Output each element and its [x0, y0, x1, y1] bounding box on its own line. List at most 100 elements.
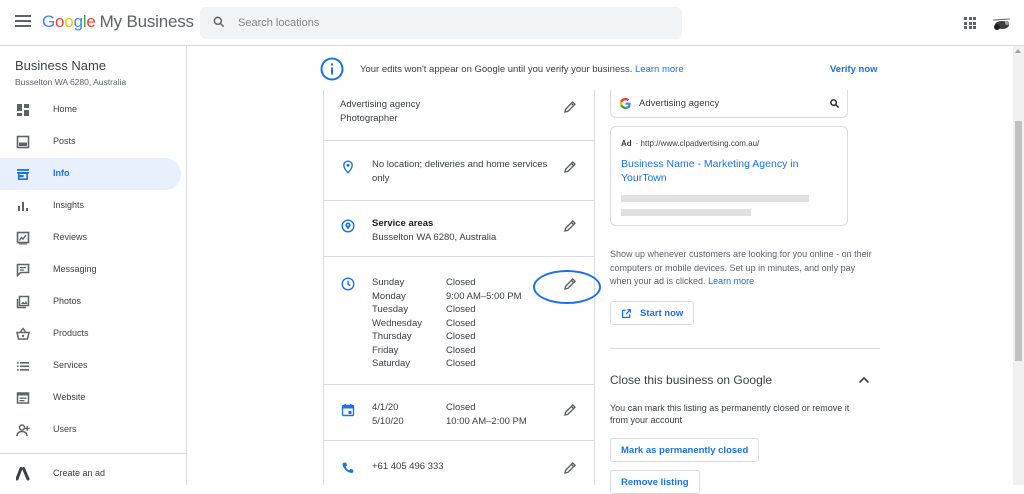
edit-service-areas-pencil-icon[interactable]: [563, 219, 577, 233]
sidebar-item-reviews[interactable]: Reviews: [0, 222, 181, 254]
row-divider: [324, 384, 594, 385]
logo-letter: o: [64, 12, 74, 31]
sidebar-item-label: Insights: [53, 200, 85, 210]
sidebar-item-website[interactable]: Website: [0, 382, 181, 414]
list-icon: [17, 362, 29, 371]
hours-day: Saturday: [372, 358, 411, 369]
sidebar-item-label: Users: [53, 424, 77, 434]
hours-value: 9:00 AM–5:00 PM: [446, 290, 522, 302]
info-icon: [320, 57, 344, 81]
sidebar-item-products[interactable]: Products: [0, 318, 181, 350]
edit-phone-pencil-icon[interactable]: [563, 461, 577, 475]
special-hours-date: 4/1/20: [372, 402, 399, 413]
hours-day: Friday: [372, 344, 399, 356]
service-areas-value: Busselton WA 6280, Australia: [372, 232, 497, 243]
section-divider: [610, 348, 880, 349]
service-areas-title: Service areas: [372, 218, 434, 229]
location-pin-icon: [343, 160, 353, 174]
sidebar-item-photos[interactable]: Photos: [0, 286, 181, 318]
ad-label-badge: Ad: [621, 139, 632, 148]
sidebar-item-label: Photos: [53, 296, 82, 306]
bar-chart-icon: [18, 202, 28, 211]
sidebar-item-label: Messaging: [53, 264, 97, 274]
dashboard-icon: [17, 104, 29, 116]
sidebar-item-create-ad[interactable]: Create an ad: [0, 458, 181, 490]
sidebar-item-home[interactable]: Home: [0, 94, 181, 126]
sidebar-item-insights[interactable]: Insights: [0, 190, 181, 222]
app-logo[interactable]: Google My Business: [42, 12, 194, 32]
mark-permanently-closed-button[interactable]: Mark as permanently closed: [610, 438, 760, 462]
edit-categories-pencil-icon[interactable]: [563, 100, 577, 114]
special-hours-value: 10:00 AM–2:00 PM: [446, 416, 527, 427]
sidebar-divider: [0, 453, 187, 454]
sidebar-item-posts[interactable]: Posts: [0, 126, 181, 158]
hours-value: Closed: [446, 344, 476, 356]
sidebar-item-services[interactable]: Services: [0, 350, 181, 382]
google-search-preview: Advertising agency: [610, 90, 848, 118]
sidebar: Business Name Busselton WA 6280, Austral…: [0, 46, 187, 485]
remove-listing-button[interactable]: Remove listing: [610, 470, 700, 494]
logo-letter: G: [42, 12, 56, 31]
sidebar-item-users[interactable]: Users: [0, 414, 181, 446]
start-now-button[interactable]: Start now: [610, 301, 695, 325]
menu-icon[interactable]: [15, 15, 31, 29]
sidebar-item-label: Reviews: [53, 232, 88, 242]
banner-learn-more-link[interactable]: Learn more: [635, 64, 684, 75]
phone-number: +61 405 496 333: [372, 461, 444, 472]
placeholder-line: [621, 195, 809, 202]
row-divider: [324, 200, 594, 201]
scroll-up-arrow-icon[interactable]: [1015, 49, 1021, 53]
avatar[interactable]: [990, 14, 1012, 34]
scrollbar-thumb[interactable]: [1015, 121, 1022, 361]
ad-url-line: Ad · http://www.clpadvertising.com.au/: [621, 139, 759, 148]
location-text: No location; deliveries and home service…: [372, 159, 548, 184]
highlight-ring: [533, 270, 601, 304]
banner-text: Your edits won't appear on Google until …: [360, 64, 633, 75]
sidebar-item-label: Services: [53, 360, 88, 370]
row-divider: [324, 440, 594, 441]
web-icon: [16, 392, 30, 404]
hours-row: Monday 9:00 AM–5:00 PM: [372, 290, 522, 304]
hours-day: Thursday: [372, 331, 412, 342]
google-ads-icon: [16, 467, 30, 481]
search-bar[interactable]: [200, 7, 682, 39]
hours-value: Closed: [446, 277, 476, 288]
row-divider: [324, 140, 594, 141]
message-icon: [16, 263, 30, 277]
reviews-icon: [16, 231, 30, 245]
clock-icon: [341, 277, 355, 291]
sidebar-item-label: Home: [53, 104, 78, 114]
close-business-title: Close this business on Google: [610, 373, 773, 387]
sidebar-item-label: Posts: [53, 136, 76, 146]
store-icon: [17, 169, 29, 180]
hours-day: Wednesday: [372, 317, 422, 329]
search-input[interactable]: [238, 7, 658, 39]
ad-promo-text: Show up whenever customers are looking f…: [610, 248, 875, 289]
logo-letter: g: [73, 12, 83, 31]
top-app-bar: Google My Business: [0, 0, 1024, 46]
apps-grid-icon[interactable]: [964, 17, 976, 29]
hours-row: Tuesday Closed: [372, 303, 522, 317]
opening-hours-list: Sunday Closed Monday 9:00 AM–5:00 PM Tuesd…: [372, 276, 522, 371]
hours-value: Closed: [446, 331, 476, 342]
search-icon: [213, 16, 225, 28]
sidebar-item-info[interactable]: Info: [0, 158, 181, 190]
chevron-up-icon[interactable]: [858, 375, 870, 384]
edit-special-hours-pencil-icon[interactable]: [563, 403, 577, 417]
logo-letter: o: [55, 12, 65, 31]
verify-now-button[interactable]: Verify now: [830, 64, 878, 75]
page-scrollbar[interactable]: [1013, 46, 1024, 485]
open-external-icon: [621, 308, 632, 318]
basket-icon: [16, 327, 30, 340]
banner-message: Your edits won't appear on Google until …: [360, 64, 684, 75]
edit-location-pencil-icon[interactable]: [563, 160, 577, 174]
ad-url: · http://www.clpadvertising.com.au/: [635, 139, 760, 148]
sidebar-item-label: Info: [53, 168, 70, 178]
sidebar-item-messaging[interactable]: Messaging: [0, 254, 181, 286]
hours-value: Closed: [446, 304, 476, 315]
ad-learn-more-link[interactable]: Learn more: [708, 276, 754, 286]
ad-title: Business Name - Marketing Agency in Your…: [621, 158, 799, 184]
sidebar-item-label: Website: [53, 392, 86, 402]
hours-value: Closed: [446, 317, 476, 329]
special-hours-date: 5/10/20: [372, 416, 404, 427]
